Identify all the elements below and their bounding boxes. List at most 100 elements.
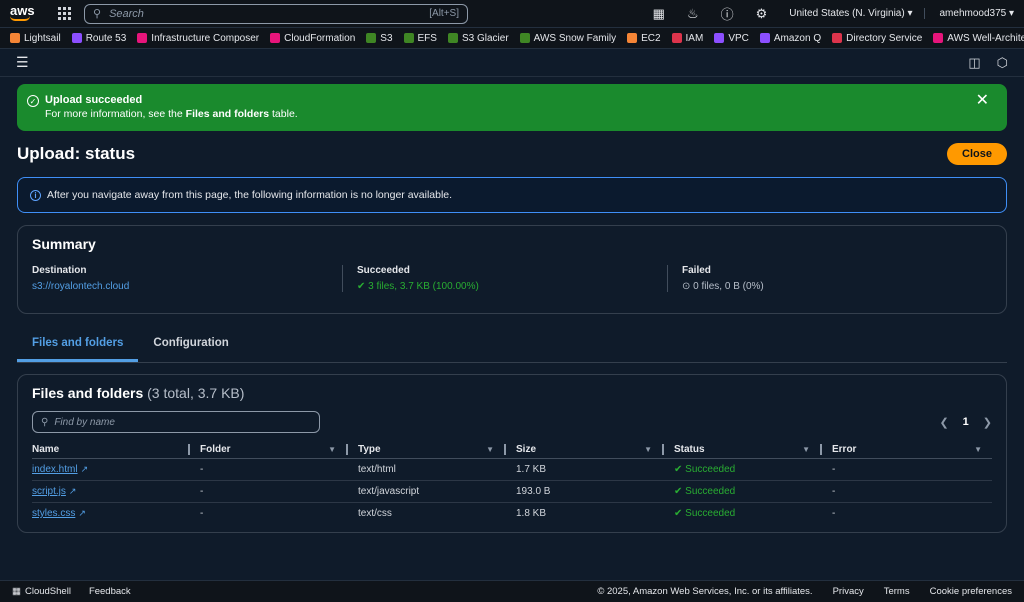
cloudshell-footer-icon[interactable]: ▦ xyxy=(12,586,21,597)
status-cell: Succeeded xyxy=(685,486,736,497)
success-check-icon: ✔ xyxy=(357,281,369,292)
info-text: After you navigate away from this page, … xyxy=(47,189,453,201)
favorite-label: S3 xyxy=(380,32,393,44)
close-button[interactable]: Close xyxy=(947,143,1007,165)
aws-logo-text: aws xyxy=(10,3,35,18)
service-icon xyxy=(714,33,725,43)
favorite-item[interactable]: Infrastructure Composer xyxy=(137,33,259,44)
info-alert: i After you navigate away from this page… xyxy=(17,177,1007,213)
service-icon xyxy=(71,33,82,43)
dismiss-close-icon[interactable]: ✕ xyxy=(968,93,997,109)
success-flash: ✓ Upload succeeded For more information,… xyxy=(17,84,1007,131)
favorite-label: CloudFormation xyxy=(284,32,356,44)
favorite-label: Amazon Q xyxy=(773,32,822,44)
favorite-label: EFS xyxy=(417,32,437,44)
prev-page-icon[interactable]: ❮ xyxy=(939,416,948,429)
hamburger-menu-icon[interactable]: ☰ xyxy=(16,54,29,71)
external-link-icon[interactable]: ↗ xyxy=(69,486,77,496)
next-page-icon[interactable]: ❯ xyxy=(983,416,992,429)
service-icon xyxy=(627,33,638,43)
files-panel: Files and folders (3 total, 3.7 KB) ⚲ Fi… xyxy=(17,374,1007,533)
services-grid-icon[interactable] xyxy=(58,6,72,21)
settings-icon[interactable]: ⚙ xyxy=(756,6,768,22)
tab-configuration[interactable]: Configuration xyxy=(138,329,243,362)
tab-list: Files and folders Configuration xyxy=(17,329,1007,363)
favorites-bar: Lightsail Route 53 Infrastructure Composer… xyxy=(0,28,1024,49)
region-selector[interactable]: United States (N. Virginia) ▾ xyxy=(789,8,912,19)
favorite-item[interactable]: Lightsail xyxy=(10,33,61,44)
size-cell: 193.0 B xyxy=(516,480,674,503)
hexagon-settings-icon[interactable]: ⬡ xyxy=(997,55,1008,71)
status-cell: Succeeded xyxy=(685,508,736,519)
favorite-item[interactable]: Directory Service xyxy=(832,33,922,44)
side-panel-icon[interactable]: ◫ xyxy=(968,55,980,71)
favorite-item[interactable]: EFS xyxy=(403,32,437,44)
favorite-label: EC2 xyxy=(641,32,661,44)
favorite-item[interactable]: AWS Well-Architected Tool xyxy=(933,33,1024,44)
sort-icon: ▼ xyxy=(486,445,494,454)
tab-files-and-folders[interactable]: Files and folders xyxy=(17,329,139,362)
error-cell: - xyxy=(832,480,992,503)
favorite-item[interactable]: Amazon Q xyxy=(759,32,822,44)
size-cell: 1.8 KB xyxy=(516,508,547,519)
destination-link[interactable]: s3://royalontech.cloud xyxy=(32,281,332,292)
service-icon xyxy=(447,33,458,43)
column-header-size[interactable]: Size ▼ xyxy=(516,441,674,459)
cloudshell-link[interactable]: CloudShell xyxy=(25,586,71,597)
service-icon xyxy=(366,33,377,43)
file-name-link[interactable]: index.html xyxy=(32,464,78,475)
failed-value: 0 files, 0 B (0%) xyxy=(693,281,764,292)
size-cell: 1.7 KB xyxy=(516,458,674,481)
cookie-preferences-link[interactable]: Cookie preferences xyxy=(930,586,1012,597)
table-row: script.js ↗ - text/javascript 193.0 B ✔ Succe… xyxy=(32,480,992,503)
column-header-name[interactable]: Name xyxy=(32,441,200,459)
service-icon xyxy=(519,33,530,43)
column-header-type[interactable]: Type ▼ xyxy=(358,441,516,459)
favorite-label: Lightsail xyxy=(24,32,61,44)
cloudshell-icon[interactable]: ▦ xyxy=(653,6,665,22)
privacy-link[interactable]: Privacy xyxy=(833,586,864,597)
flash-title: Upload succeeded xyxy=(45,94,143,106)
search-input[interactable]: ⚲ Search [Alt+S] xyxy=(84,3,468,24)
folder-cell: - xyxy=(200,508,204,519)
external-link-icon[interactable]: ↗ xyxy=(78,508,86,518)
service-icon xyxy=(832,33,843,43)
succeeded-value: 3 files, 3.7 KB (100.00%) xyxy=(368,281,479,292)
favorite-item[interactable]: EC2 xyxy=(627,32,661,44)
favorite-item[interactable]: VPC xyxy=(714,33,749,44)
column-header-folder[interactable]: Folder ▼ xyxy=(200,441,358,459)
success-check-icon: ✔ xyxy=(674,486,686,497)
file-name-link[interactable]: styles.css xyxy=(32,508,75,519)
failed-label: Failed xyxy=(682,265,711,276)
favorite-item[interactable]: S3 Glacier xyxy=(447,33,509,44)
feedback-link[interactable]: Feedback xyxy=(89,586,131,597)
search-shortcut: [Alt+S] xyxy=(429,8,459,19)
terms-link[interactable]: Terms xyxy=(884,586,910,597)
favorite-item[interactable]: Route 53 xyxy=(71,33,126,44)
file-name-link[interactable]: script.js xyxy=(32,486,66,497)
column-header-status[interactable]: Status ▼ xyxy=(674,441,832,459)
favorite-label: AWS Well-Architected Tool xyxy=(947,32,1024,44)
success-check-icon: ✔ xyxy=(674,464,686,475)
type-cell: text/html xyxy=(358,458,516,481)
aws-logo[interactable]: aws xyxy=(10,3,36,21)
help-icon[interactable]: ⓘ xyxy=(721,4,734,23)
favorite-label: IAM xyxy=(685,32,704,44)
account-menu[interactable]: amehmood375 ▾ xyxy=(924,8,1014,19)
notifications-icon[interactable]: ♨ xyxy=(687,6,699,22)
pagination: ❮ 1 ❯ xyxy=(939,416,992,429)
find-by-name-input[interactable]: ⚲ Find by name xyxy=(32,411,320,433)
copyright: © 2025, Amazon Web Services, Inc. or its… xyxy=(597,586,813,597)
summary-panel: Summary Destination s3://royalontech.clo… xyxy=(17,225,1007,314)
find-placeholder: Find by name xyxy=(54,416,115,428)
column-header-error[interactable]: Error ▼ xyxy=(832,441,992,459)
sort-icon: ▼ xyxy=(974,445,982,454)
favorite-item[interactable]: IAM xyxy=(671,32,704,44)
favorite-item[interactable]: AWS Snow Family xyxy=(519,33,616,44)
favorite-item[interactable]: S3 xyxy=(366,32,393,44)
favorite-item[interactable]: CloudFormation xyxy=(270,33,355,44)
page-number[interactable]: 1 xyxy=(963,416,969,428)
table-row: styles.css ↗ - text/css 1.8 KB ✔ Succeeded - xyxy=(32,503,992,525)
failed-status-icon: ⊙ xyxy=(682,281,694,292)
external-link-icon[interactable]: ↗ xyxy=(81,464,89,474)
